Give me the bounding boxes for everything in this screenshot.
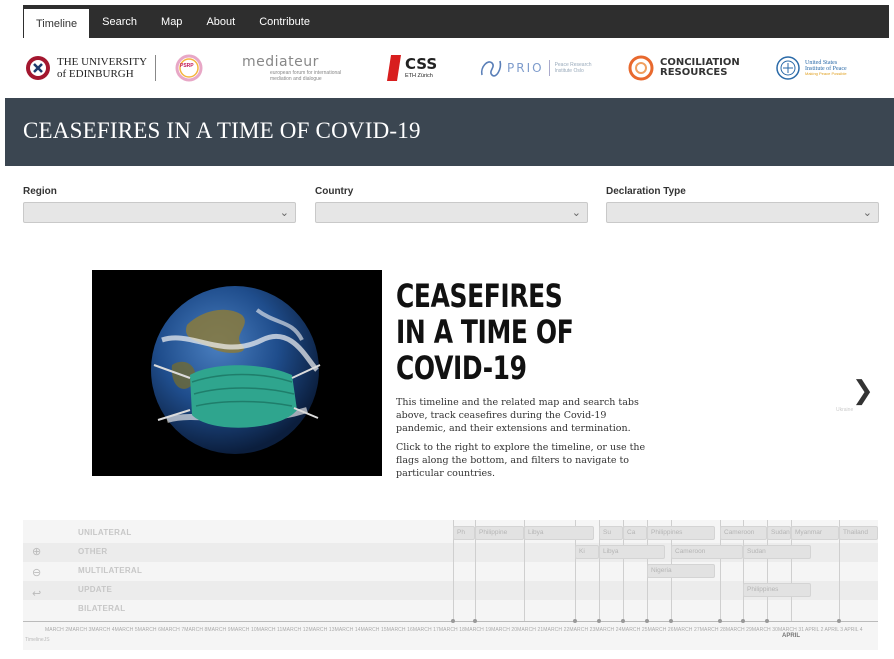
top-navigation: Timeline Search Map About Contribute [23, 5, 889, 38]
chevron-down-icon: ⌄ [279, 207, 289, 219]
partner-logos: THE UNIVERSITY of EDINBURGH PSRP mediate… [15, 38, 889, 98]
timeline-april-ticks: APRIL 2 APRIL 3 APRIL 4 [805, 627, 863, 633]
chevron-down-icon: ⌄ [862, 207, 872, 219]
edinburgh-crest-icon [26, 56, 50, 80]
prio-logo[interactable]: PRIO Peace Research Institute Oslo [478, 48, 595, 88]
timeline-event[interactable]: Ki [575, 545, 599, 559]
chevron-down-icon: ⌄ [571, 207, 581, 219]
timelinejs-credit[interactable]: TimelineJS [25, 637, 50, 643]
next-slide-arrow-icon[interactable]: ❯ [852, 376, 874, 406]
tab-timeline[interactable]: Timeline [23, 8, 91, 38]
slide-paragraph-2: Click to the right to explore the timeli… [396, 442, 646, 479]
prio-name: PRIO [507, 61, 544, 75]
timeline-axis-dot [645, 619, 649, 623]
slide-headline: CEASEFIRES IN A TIME OF COVID-19 [396, 277, 574, 387]
timeline-axis-dot [741, 619, 745, 623]
country-filter-label: Country [315, 186, 354, 197]
timeline-row-label: UNILATERAL [78, 528, 132, 537]
mediateur-name: mediateur [242, 54, 319, 70]
timeline-row-label: UPDATE [78, 585, 113, 594]
tab-map[interactable]: Map [149, 5, 194, 38]
prio-figures-icon [480, 60, 502, 77]
timeline-event[interactable]: Nigeria [647, 564, 715, 578]
psrp-label: PSRP [180, 63, 194, 69]
declaration-type-filter: Declaration Type ⌄ [606, 186, 879, 223]
timeline-event[interactable]: Libya [524, 526, 594, 540]
usip-seal-icon [776, 56, 800, 80]
page-banner: CEASEFIRES IN A TIME OF COVID-19 [5, 98, 894, 166]
timeline-axis-dot [597, 619, 601, 623]
timeline-axis-dot [621, 619, 625, 623]
declaration-type-filter-label: Declaration Type [606, 186, 686, 197]
earth-with-mask-image [92, 270, 382, 476]
slide-paragraph-1: This timeline and the related map and se… [396, 397, 639, 434]
timeline-axis-dot [473, 619, 477, 623]
timeline-row-label: BILATERAL [78, 604, 126, 613]
timeline-row-bilateral: BILATERAL [23, 600, 878, 619]
timeline-axis-dot [837, 619, 841, 623]
tab-about[interactable]: About [194, 5, 247, 38]
mediateur-logo[interactable]: mediateur european forum for internation… [242, 48, 360, 88]
timeline-event[interactable]: Sudan [743, 545, 811, 559]
timeline-row-label: OTHER [78, 547, 108, 556]
timeline-axis-dot [573, 619, 577, 623]
timeline-event[interactable]: Ca [623, 526, 647, 540]
region-select[interactable]: ⌄ [23, 202, 296, 223]
conciliation-resources-logo[interactable]: CONCILIATION RESOURCES [627, 48, 740, 88]
slide-body: This timeline and the related map and se… [396, 396, 656, 486]
region-filter: Region ⌄ [23, 186, 296, 223]
timeline-event[interactable]: Cameroon [671, 545, 743, 559]
country-filter: Country ⌄ [315, 186, 588, 223]
next-slide-label[interactable]: Ukraine [836, 407, 853, 413]
timeline-event[interactable]: Ph [453, 526, 475, 540]
zoom-out-icon[interactable]: ⊖ [32, 566, 41, 579]
timeline-event[interactable]: Sudan [767, 526, 791, 540]
edinburgh-logo[interactable]: THE UNIVERSITY of EDINBURGH [25, 48, 157, 88]
mediateur-sub: european forum for international mediati… [270, 70, 342, 82]
timeline-event[interactable]: Philippines [647, 526, 715, 540]
timeline-axis-dot [718, 619, 722, 623]
page-title: CEASEFIRES IN A TIME OF COVID-19 [23, 118, 421, 143]
timeline-row-multilateral: MULTILATERAL [23, 562, 878, 581]
timeline-month-label: APRIL [782, 633, 800, 639]
edinburgh-line1: THE UNIVERSITY [57, 55, 148, 68]
css-slash-icon [387, 55, 401, 81]
prio-sub: Peace Research Institute Oslo [554, 62, 592, 74]
css-eth-logo[interactable]: CSS ETH Zürich [387, 48, 437, 88]
conciliation-circles-icon [628, 55, 654, 81]
region-filter-label: Region [23, 186, 57, 197]
timeline-navigator[interactable]: UNILATERAL OTHER MULTILATERAL UPDATE BIL… [23, 520, 878, 650]
timeline-event[interactable]: Philippine [475, 526, 524, 540]
css-name: CSS [405, 54, 438, 73]
logo-divider [155, 55, 157, 81]
timeline-event[interactable]: Philippines [743, 583, 811, 597]
timeline-event[interactable]: Cameroon [720, 526, 767, 540]
back-to-start-icon[interactable]: ↩ [32, 587, 41, 600]
tab-contribute[interactable]: Contribute [247, 5, 322, 38]
timeline-event[interactable]: Thailand [839, 526, 878, 540]
psrp-logo[interactable]: PSRP [174, 48, 204, 88]
timeline-event[interactable]: Libya [599, 545, 665, 559]
prio-divider [548, 60, 550, 76]
timeline-event[interactable]: Su [599, 526, 623, 540]
conciliation-line2: RESOURCES [660, 67, 728, 78]
edinburgh-line2: of EDINBURGH [57, 68, 134, 80]
timeline-axis-dot [765, 619, 769, 623]
timeline-axis-dot [669, 619, 673, 623]
css-sub: ETH Zürich [405, 72, 433, 79]
usip-logo[interactable]: United States Institute of Peace Making … [775, 48, 847, 88]
timeline-row-label: MULTILATERAL [78, 566, 143, 575]
timeline-event[interactable]: Myanmar [791, 526, 839, 540]
zoom-in-icon[interactable]: ⊕ [32, 545, 41, 558]
declaration-type-select[interactable]: ⌄ [606, 202, 879, 223]
earth-mask-illustration [92, 270, 382, 476]
tab-search[interactable]: Search [90, 5, 149, 38]
timeline-axis-dot [451, 619, 455, 623]
usip-line3: Making Peace Possible [805, 71, 847, 77]
country-select[interactable]: ⌄ [315, 202, 588, 223]
timeline-tick-labels: MARCH 2MARCH 3MARCH 4MARCH 5MARCH 6MARCH… [45, 627, 805, 633]
